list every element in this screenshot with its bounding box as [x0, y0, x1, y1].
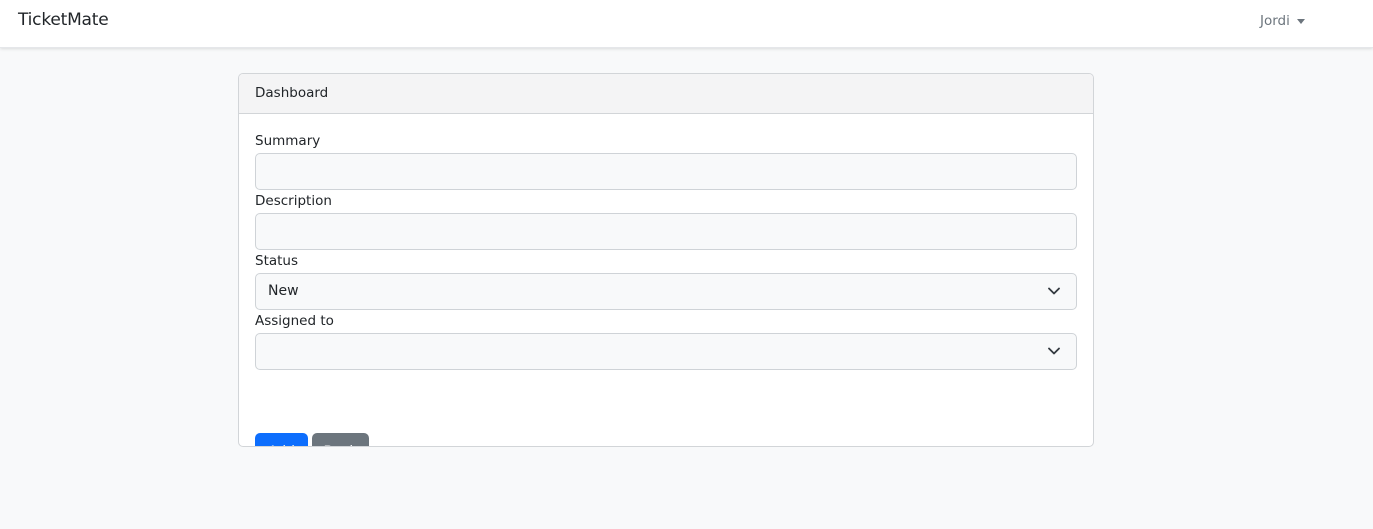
top-navbar: TicketMate Jordi — [0, 0, 1373, 48]
dashboard-card: Dashboard Summary Description Status New… — [238, 73, 1094, 447]
status-select[interactable]: New — [255, 273, 1077, 310]
description-label: Description — [255, 193, 332, 209]
status-selected-value: New — [268, 283, 299, 299]
summary-label: Summary — [255, 133, 321, 149]
description-input[interactable] — [255, 213, 1077, 250]
caret-down-icon — [1296, 19, 1305, 24]
assigned-to-select[interactable] — [255, 333, 1077, 370]
status-label: Status — [255, 253, 299, 269]
chevron-down-icon — [1048, 287, 1060, 295]
user-name: Jordi — [1260, 13, 1290, 29]
user-dropdown[interactable]: Jordi — [1260, 13, 1305, 29]
summary-input[interactable] — [255, 153, 1077, 190]
brand-logo[interactable]: TicketMate — [18, 10, 109, 30]
card-header: Dashboard — [239, 74, 1093, 114]
assigned-to-label: Assigned to — [255, 313, 334, 329]
add-button[interactable]: Add — [255, 433, 308, 446]
chevron-down-icon — [1048, 347, 1060, 355]
back-button[interactable]: Back — [312, 433, 369, 446]
